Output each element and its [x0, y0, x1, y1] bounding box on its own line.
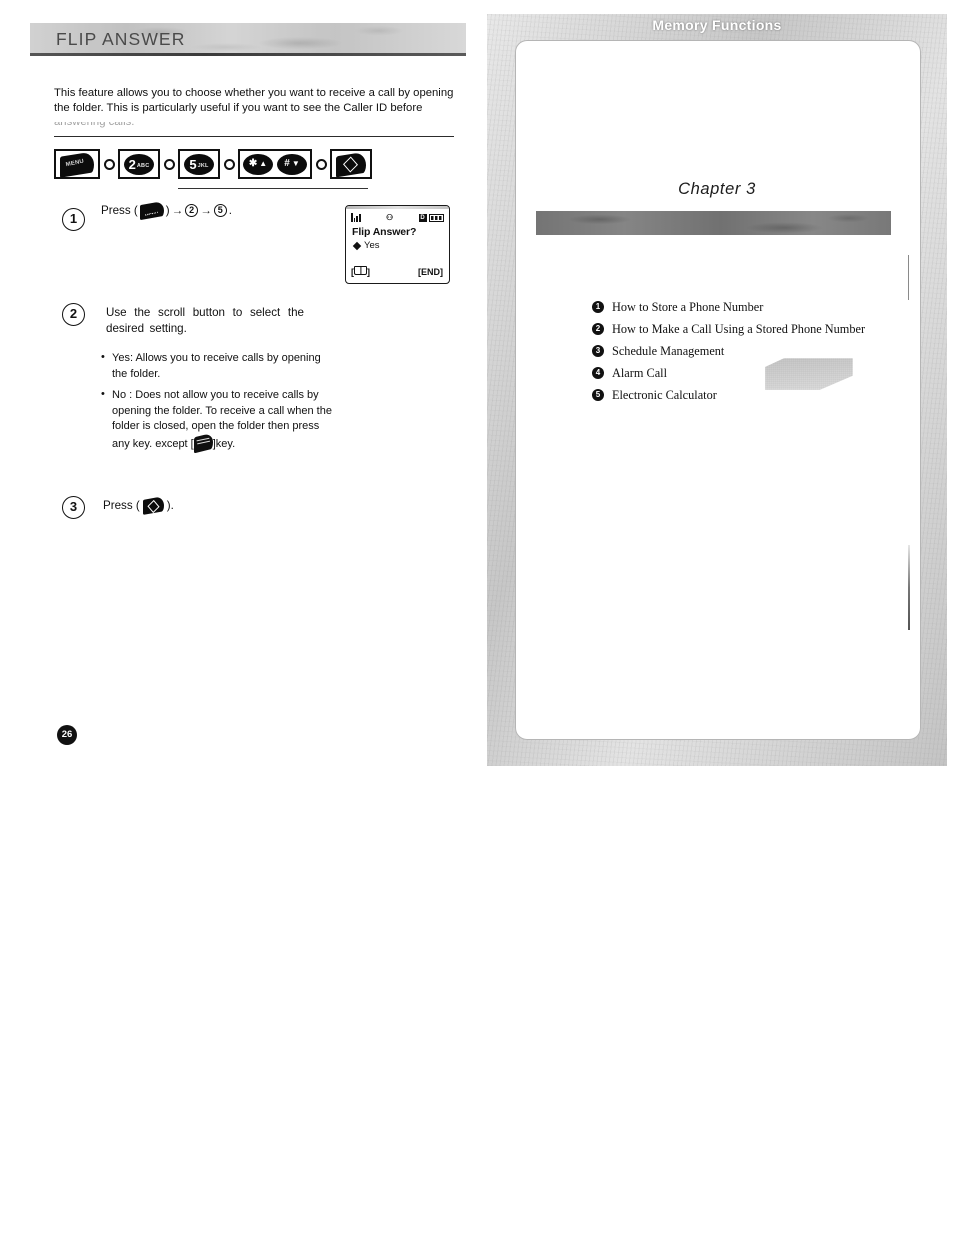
list-item[interactable]: 1 How to Store a Phone Number [592, 296, 922, 318]
menu-key-box[interactable]: MENU [54, 149, 100, 179]
intro-paragraph: This feature allows you to choose whethe… [54, 87, 454, 114]
intro-divider [54, 136, 454, 138]
toc-item-label: Schedule Management [612, 343, 725, 358]
lcd-softkey-bar: [] [END] [351, 266, 443, 277]
step-1-seq-2: 2 [185, 204, 199, 217]
step-1-arrow: → [200, 204, 212, 217]
list-item[interactable]: 2 How to Make a Call Using a Stored Phon… [592, 318, 922, 340]
digit-5-key-box[interactable]: 5 JKL [178, 149, 220, 179]
list-item[interactable]: 3 Schedule Management [592, 340, 922, 362]
star-up-key-icon: ✱ ▲ [243, 153, 273, 175]
signal-bars-icon [351, 213, 361, 222]
page-title: FLIP ANSWER [56, 29, 186, 49]
lcd-question-text: Flip Answer? [352, 226, 417, 238]
scan-line-artifact [908, 545, 910, 630]
step-3-number: 3 [62, 496, 85, 519]
lcd-status-bar: ⚇ D [351, 211, 444, 222]
key-sequence-row: MENU 2 ABC 5 JKL ✱ ▲ # ▼ [54, 145, 372, 183]
lcd-selection-value: Yes [364, 240, 380, 251]
list-item[interactable]: 4 Alarm Call [592, 362, 922, 384]
key-separator-dot [220, 158, 238, 170]
end-key-box[interactable] [330, 149, 372, 179]
step-2-text: Use the scroll button to select the desi… [106, 306, 304, 335]
toc-item-label: How to Make a Call Using a Stored Phone … [612, 321, 866, 336]
bullet-yes-label: Yes [112, 352, 130, 364]
right-page: Chapter 3 Memory Functions 1 How to Stor… [487, 14, 947, 766]
chapter-title: Memory Functions [652, 17, 782, 33]
toc-number-badge: 2 [592, 323, 604, 335]
softkey-right[interactable]: [END] [418, 267, 443, 277]
step-1-text: Press ( MENU ) → 2 → 5 . [101, 200, 331, 221]
menu-key-icon: MENU [139, 200, 164, 221]
bullet-no-label: No [112, 389, 130, 401]
bullet-no-text-after: ]key. [212, 437, 236, 450]
chapter-label: Chapter 3 [678, 180, 756, 198]
list-item[interactable]: 5 Electronic Calculator [592, 384, 922, 406]
step-1-seq-5: 5 [213, 204, 227, 217]
softkey-left[interactable]: [] [351, 266, 370, 277]
end-key-icon [142, 496, 164, 515]
lcd-status-right: D [418, 214, 444, 222]
end-key-icon [336, 151, 366, 177]
header-divider [30, 53, 466, 56]
toc-item-label: Alarm Call [612, 365, 667, 380]
key-separator-dot [160, 158, 178, 170]
bullet-no: No : Does not allow you to receive calls… [101, 387, 337, 453]
lcd-selection-row: Yes [352, 240, 380, 251]
step-3-suffix: ). [166, 499, 174, 512]
step-1-arrow: → [171, 204, 184, 217]
menu-key-icon: MENU [60, 150, 94, 178]
chapter-contents-list: 1 How to Store a Phone Number 2 How to M… [592, 296, 922, 406]
send-key-icon [193, 432, 213, 453]
phone-lcd-mockup: ⚇ D Flip Answer? Yes [] [END] [345, 205, 450, 284]
hash-down-key-icon: # ▼ [277, 153, 307, 175]
battery-icon [429, 214, 444, 222]
step-1-period: . [228, 204, 233, 217]
step-1-prefix: Press ( [101, 204, 138, 217]
intro-faded-text: answering calls. [54, 122, 135, 128]
left-page: FLIP ANSWER This feature allows you to c… [0, 0, 478, 800]
digit-2-key-icon: 2 ABC [124, 153, 154, 175]
step-2-number: 2 [62, 303, 85, 326]
toc-number-badge: 3 [592, 345, 604, 357]
page-number-badge: 26 [57, 725, 77, 745]
key-row-underline [178, 188, 368, 190]
bullet-yes-text: Allows you to receive calls by opening t… [112, 352, 321, 380]
book-icon [354, 266, 367, 275]
roaming-icon: ⚇ [385, 213, 394, 222]
chapter-title-band [536, 211, 891, 235]
step-1-suffix: ) [165, 204, 170, 217]
digit-2-key-box[interactable]: 2 ABC [118, 149, 160, 179]
toc-number-badge: 1 [592, 301, 604, 313]
step-1-number: 1 [62, 208, 85, 231]
intro-paragraph-faded: answering calls. [54, 122, 254, 134]
digit-5-key-icon: 5 JKL [184, 153, 214, 175]
toc-number-badge: 4 [592, 367, 604, 379]
toc-item-label: How to Store a Phone Number [612, 299, 764, 314]
scan-line-artifact [908, 255, 910, 300]
step-3-text: Press ( ). [103, 496, 174, 515]
mode-indicator-icon: D [418, 214, 427, 222]
toc-number-badge: 5 [592, 389, 604, 401]
settings-bullet-list: Yes: Allows you to receive calls by open… [101, 350, 337, 458]
selection-marker-icon [352, 241, 362, 250]
scroll-keys-box[interactable]: ✱ ▲ # ▼ [238, 149, 312, 179]
step-3-prefix: Press ( [103, 499, 140, 512]
key-separator-dot [312, 158, 330, 170]
toc-item-label: Electronic Calculator [612, 387, 717, 402]
bullet-yes: Yes: Allows you to receive calls by open… [101, 350, 337, 382]
key-separator-dot [100, 158, 118, 170]
